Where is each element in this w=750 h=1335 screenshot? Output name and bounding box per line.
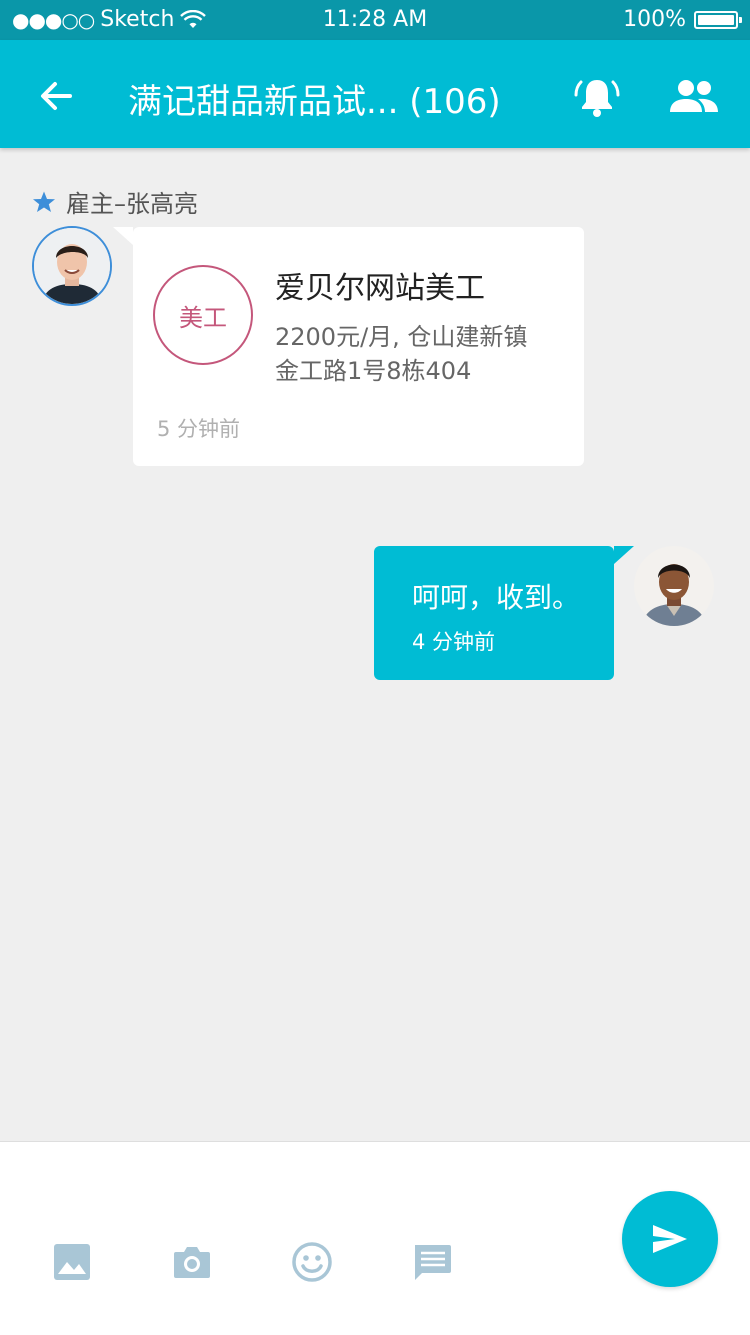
send-button[interactable] bbox=[622, 1191, 718, 1287]
input-toolbar bbox=[0, 1141, 750, 1335]
battery-icon bbox=[694, 10, 742, 29]
message-icon[interactable] bbox=[412, 1242, 452, 1282]
my-avatar[interactable] bbox=[634, 546, 714, 626]
job-category-badge: 美工 bbox=[153, 265, 253, 365]
chat-title: 满记甜品新品试... (106) bbox=[128, 82, 501, 122]
back-arrow-icon[interactable] bbox=[36, 76, 76, 116]
job-salary-location: 2200元/月, 仓山建新镇 bbox=[275, 323, 528, 351]
chat-header: 满记甜品新品试... (106) bbox=[0, 40, 750, 148]
outgoing-message-bubble[interactable]: 呵呵，收到。 4 分钟前 bbox=[374, 546, 634, 680]
image-icon[interactable] bbox=[52, 1242, 92, 1282]
status-bar: ●●●○○ Sketch 11:28 AM 100% bbox=[0, 0, 750, 40]
status-right: 100% bbox=[623, 7, 742, 32]
star-icon bbox=[33, 191, 55, 212]
bubble-tail bbox=[614, 546, 634, 564]
message-timestamp: 4 分钟前 bbox=[412, 630, 496, 654]
job-title: 爱贝尔网站美工 bbox=[275, 271, 485, 306]
message-text: 呵呵，收到。 bbox=[412, 581, 581, 614]
employer-avatar[interactable] bbox=[32, 226, 112, 306]
send-icon bbox=[653, 1225, 687, 1253]
job-card[interactable]: 美工 爱贝尔网站美工 2200元/月, 仓山建新镇 金工路1号8栋404 5 分… bbox=[113, 227, 584, 466]
sender-label: 雇主–张高亮 bbox=[32, 184, 198, 219]
battery-percent: 100% bbox=[623, 7, 686, 32]
job-address: 金工路1号8栋404 bbox=[275, 357, 472, 385]
sender-name: 雇主–张高亮 bbox=[66, 190, 198, 218]
group-icon[interactable] bbox=[668, 76, 720, 116]
emoji-icon[interactable] bbox=[292, 1242, 332, 1282]
message-timestamp: 5 分钟前 bbox=[157, 417, 241, 441]
card-tail bbox=[113, 227, 133, 245]
camera-icon[interactable] bbox=[172, 1242, 212, 1282]
bell-ring-icon[interactable] bbox=[574, 74, 620, 120]
